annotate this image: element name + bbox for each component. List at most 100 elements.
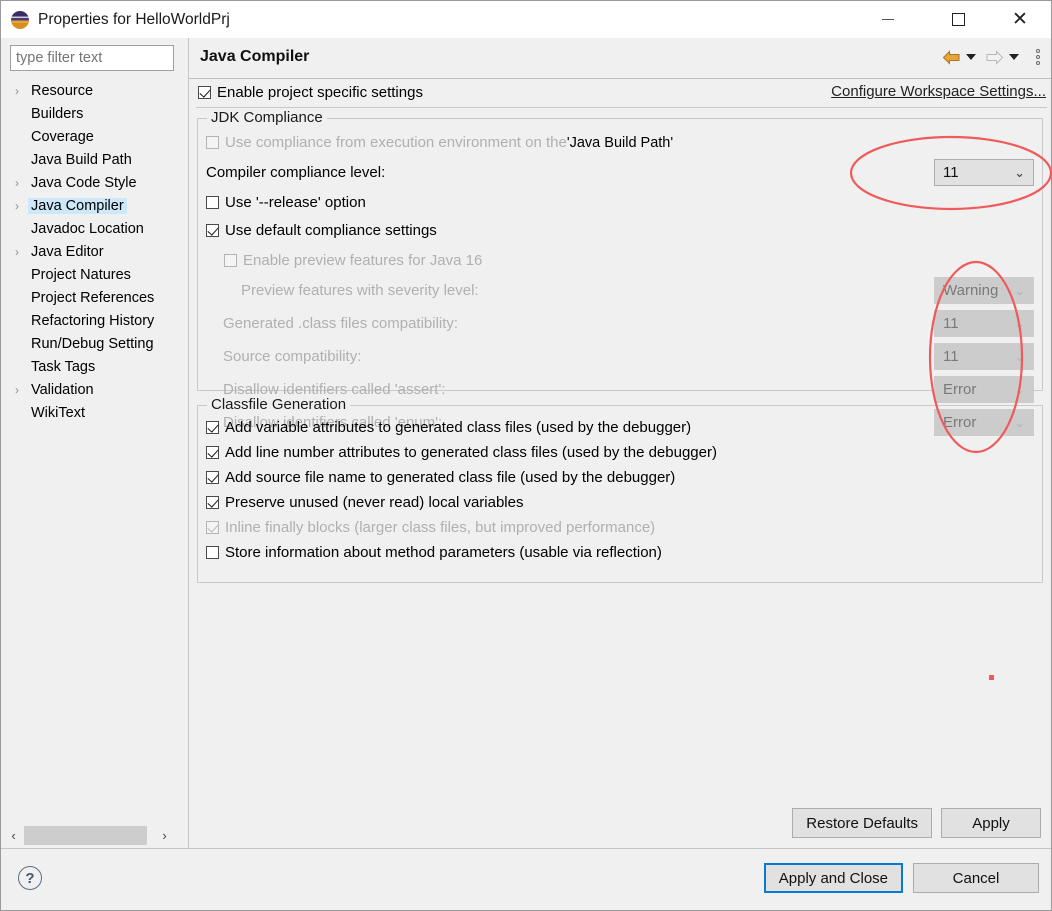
sidebar-item-refactoring-history[interactable]: › Refactoring History xyxy=(1,309,183,332)
checkbox-label: Use compliance from execution environmen… xyxy=(225,134,567,151)
sidebar-item-resource[interactable]: › Resource xyxy=(1,79,183,102)
sidebar-item-label: Refactoring History xyxy=(31,312,155,329)
back-history-dropdown-icon[interactable] xyxy=(966,54,976,60)
checkbox-label: Store information about method parameter… xyxy=(225,544,662,561)
chevron-right-icon[interactable]: › xyxy=(15,200,28,212)
forward-arrow-icon[interactable] xyxy=(984,48,1004,66)
page-title: Java Compiler xyxy=(200,48,310,65)
apply-and-close-button[interactable]: Apply and Close xyxy=(763,863,903,893)
chevron-right-icon[interactable]: › xyxy=(15,177,28,189)
sidebar-item-java-build-path[interactable]: › Java Build Path xyxy=(1,148,183,171)
close-button[interactable]: ✕ xyxy=(997,1,1043,38)
sidebar-item-validation[interactable]: › Validation xyxy=(1,378,183,401)
navigation-panel: › Resource › Builders › Coverage › Java … xyxy=(1,38,187,848)
chevron-right-icon[interactable]: › xyxy=(15,384,28,396)
eclipse-logo-icon xyxy=(11,10,29,29)
add-line-number-attributes-checkbox[interactable]: Add line number attributes to generated … xyxy=(206,444,717,461)
sidebar-item-run-debug-settings[interactable]: › Run/Debug Setting xyxy=(1,332,183,355)
group-title: Classfile Generation xyxy=(207,396,351,413)
scroll-right-icon[interactable]: › xyxy=(156,825,173,846)
enable-project-specific-checkbox[interactable]: Enable project specific settings xyxy=(198,84,423,101)
checkbox-icon[interactable] xyxy=(206,496,219,509)
sidebar-item-java-editor[interactable]: › Java Editor xyxy=(1,240,183,263)
sidebar-item-label: Coverage xyxy=(31,128,94,145)
sidebar-item-coverage[interactable]: › Coverage xyxy=(1,125,183,148)
scrollbar-thumb[interactable] xyxy=(24,826,147,845)
cancel-button[interactable]: Cancel xyxy=(913,863,1039,893)
settings-tree[interactable]: › Resource › Builders › Coverage › Java … xyxy=(1,79,183,819)
sidebar-item-javadoc-location[interactable]: › Javadoc Location xyxy=(1,217,183,240)
properties-dialog: Properties for HelloWorldPrj ✕ › Resourc… xyxy=(0,0,1052,911)
checkbox-label: Inline finally blocks (larger class file… xyxy=(225,519,656,536)
dropdown-value: Warning xyxy=(943,282,999,299)
use-default-compliance-checkbox[interactable]: Use default compliance settings xyxy=(206,222,437,239)
add-variable-attributes-checkbox[interactable]: Add variable attributes to generated cla… xyxy=(206,419,691,436)
chevron-down-icon: ⌄ xyxy=(1014,348,1025,364)
sidebar-item-builders[interactable]: › Builders xyxy=(1,102,183,125)
dialog-buttons: Apply and Close Cancel xyxy=(763,863,1039,893)
preview-severity-label: Preview features with severity level: xyxy=(241,282,479,299)
chevron-down-icon: ⌄ xyxy=(1014,381,1025,397)
forward-history-dropdown-icon[interactable] xyxy=(1009,54,1019,60)
group-title: JDK Compliance xyxy=(207,109,327,126)
checkbox-icon[interactable] xyxy=(206,224,219,237)
checkbox-icon[interactable] xyxy=(206,546,219,559)
preserve-unused-locals-checkbox[interactable]: Preserve unused (never read) local varia… xyxy=(206,494,523,511)
settings-page: Java Compiler Enable project specific se… xyxy=(188,38,1051,848)
checkbox-icon[interactable] xyxy=(206,471,219,484)
minimize-icon xyxy=(882,19,894,20)
sidebar-item-label: Builders xyxy=(31,105,84,122)
page-header: Java Compiler xyxy=(189,38,1051,79)
classfile-generation-group: Classfile Generation Add variable attrib… xyxy=(197,396,1043,583)
minimize-button[interactable] xyxy=(865,1,911,38)
scrollbar-track[interactable] xyxy=(22,825,156,846)
sidebar-item-task-tags[interactable]: › Task Tags xyxy=(1,355,183,378)
filter-input[interactable] xyxy=(10,45,174,71)
chevron-right-icon[interactable]: › xyxy=(15,85,28,97)
checkbox-label: Add line number attributes to generated … xyxy=(225,444,717,461)
sidebar-item-project-references[interactable]: › Project References xyxy=(1,286,183,309)
close-icon: ✕ xyxy=(1012,9,1028,30)
restore-defaults-button[interactable]: Restore Defaults xyxy=(792,808,932,838)
view-menu-icon[interactable] xyxy=(1031,47,1045,67)
sidebar-item-java-code-style[interactable]: › Java Code Style xyxy=(1,171,183,194)
apply-button[interactable]: Apply xyxy=(941,808,1041,838)
sidebar-item-project-natures[interactable]: › Project Natures xyxy=(1,263,183,286)
checkbox-icon xyxy=(206,136,219,149)
compliance-level-dropdown[interactable]: 11 ⌄ xyxy=(934,159,1034,186)
checkbox-icon xyxy=(206,521,219,534)
sidebar-item-wikitext[interactable]: › WikiText xyxy=(1,401,183,424)
configure-workspace-settings-link[interactable]: Configure Workspace Settings... xyxy=(831,83,1046,100)
preview-severity-dropdown: Warning ⌄ xyxy=(934,277,1034,304)
back-arrow-icon[interactable] xyxy=(941,48,961,66)
sidebar-item-label: Project References xyxy=(31,289,155,306)
enable-project-specific-row: Enable project specific settings Configu… xyxy=(189,79,1051,108)
class-files-compatibility-label: Generated .class files compatibility: xyxy=(223,315,459,332)
sidebar-item-label: Run/Debug Setting xyxy=(31,335,154,352)
store-method-parameters-checkbox[interactable]: Store information about method parameter… xyxy=(206,544,662,561)
scroll-left-icon[interactable]: ‹ xyxy=(5,825,22,846)
add-source-file-name-checkbox[interactable]: Add source file name to generated class … xyxy=(206,469,675,486)
chevron-right-icon[interactable]: › xyxy=(15,246,28,258)
page-action-buttons: Restore Defaults Apply xyxy=(792,808,1041,838)
stray-ink-dot xyxy=(989,675,994,680)
checkbox-icon[interactable] xyxy=(206,196,219,209)
window-title: Properties for HelloWorldPrj xyxy=(38,10,230,28)
sidebar-item-java-compiler[interactable]: › Java Compiler xyxy=(1,194,183,217)
page-toolbar xyxy=(941,47,1045,67)
dialog-footer: ? Apply and Close Cancel xyxy=(1,848,1051,910)
sidebar-item-label: Java Code Style xyxy=(31,174,137,191)
sidebar-item-label: Validation xyxy=(31,381,94,398)
maximize-icon xyxy=(951,13,965,26)
java-build-path-link: 'Java Build Path' xyxy=(566,134,674,151)
class-files-compatibility-dropdown: 11 ⌄ xyxy=(934,310,1034,337)
source-compatibility-dropdown: 11 ⌄ xyxy=(934,343,1034,370)
checkbox-icon[interactable] xyxy=(198,86,211,99)
help-button[interactable]: ? xyxy=(18,866,42,890)
checkbox-icon[interactable] xyxy=(206,421,219,434)
checkbox-icon[interactable] xyxy=(206,446,219,459)
horizontal-scrollbar[interactable]: ‹ › xyxy=(5,825,173,846)
checkbox-label: Use default compliance settings xyxy=(225,222,437,239)
use-release-option-checkbox[interactable]: Use '--release' option xyxy=(206,194,366,211)
maximize-button[interactable] xyxy=(935,1,981,38)
